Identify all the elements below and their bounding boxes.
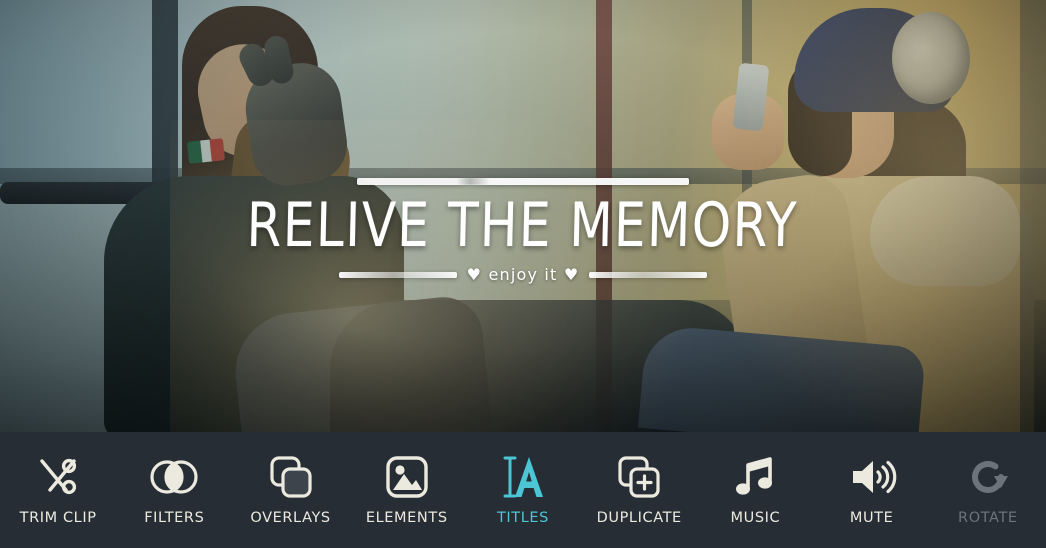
- toolbar-item-elements[interactable]: ELEMENTS: [349, 432, 465, 548]
- image-icon: [384, 450, 430, 504]
- toolbar-item-titles[interactable]: TITLES: [465, 432, 581, 548]
- toolbar-item-filters[interactable]: FILTERS: [116, 432, 232, 548]
- toolbar-label-mute: MUTE: [849, 510, 894, 526]
- toolbar-label-filters: FILTERS: [144, 510, 205, 526]
- toolbar-item-duplicate[interactable]: DUPLICATE: [581, 432, 697, 548]
- video-editor-app: RELIVE THE MEMORY ♥ enjoy it ♥ 00:24/01:…: [0, 0, 1046, 548]
- toolbar-label-overlays: OVERLAYS: [250, 510, 331, 526]
- toolbar-label-elements: ELEMENTS: [365, 510, 448, 526]
- editor-toolbar: TRIM CLIP FILTERS OVERLAYS ELEMENTS TITL…: [0, 432, 1046, 548]
- toolbar-item-music[interactable]: MUSIC: [697, 432, 813, 548]
- toolbar-item-overlays[interactable]: OVERLAYS: [232, 432, 348, 548]
- music-note-icon: [732, 450, 778, 504]
- toolbar-label-duplicate: DUPLICATE: [596, 510, 682, 526]
- transport-bar: 00:24/01:32 HOURS / MINUTES / SECONDS / …: [0, 360, 1046, 432]
- toolbar-label-titles: TITLES: [496, 510, 549, 526]
- scissors-icon: [35, 450, 81, 504]
- rotate-arrow-icon: [965, 450, 1011, 504]
- toolbar-item-trim-clip[interactable]: TRIM CLIP: [0, 432, 116, 548]
- stacked-squares-icon: [267, 450, 315, 504]
- toolbar-label-trim-clip: TRIM CLIP: [19, 510, 97, 526]
- toolbar-label-rotate: ROTATE: [958, 510, 1018, 526]
- video-preview[interactable]: RELIVE THE MEMORY ♥ enjoy it ♥ 00:24/01:…: [0, 0, 1046, 432]
- overlapping-circles-icon: [149, 450, 199, 504]
- text-cursor-a-icon: [497, 450, 549, 504]
- toolbar-item-rotate[interactable]: ROTATE: [930, 432, 1046, 548]
- speaker-icon: [847, 450, 897, 504]
- copy-plus-icon: [615, 450, 663, 504]
- toolbar-label-music: MUSIC: [730, 510, 781, 526]
- toolbar-item-mute[interactable]: MUTE: [814, 432, 930, 548]
